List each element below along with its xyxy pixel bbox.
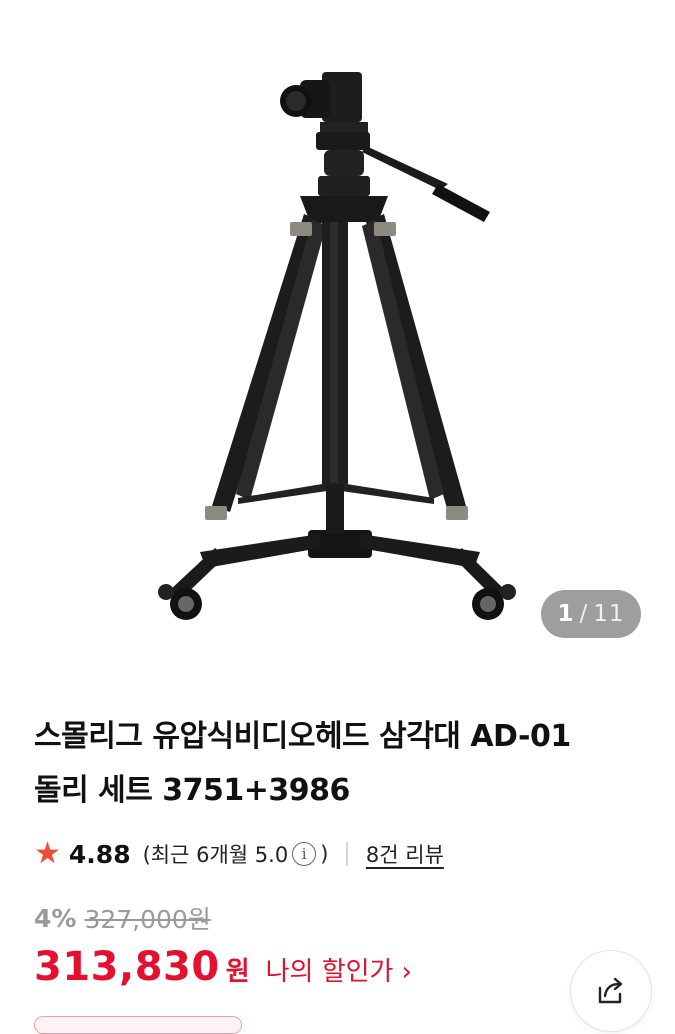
- product-title-line-2: 돌리 세트 3751+3986: [34, 773, 350, 808]
- info-icon[interactable]: i: [292, 842, 317, 866]
- chevron-right-icon[interactable]: ›: [401, 957, 411, 987]
- product-title: 스몰리그 유압식비디오헤드 삼각대 AD-01 돌리 세트 3751+3986: [34, 710, 634, 818]
- gallery-current-page: 1: [557, 601, 575, 627]
- share-button[interactable]: [570, 950, 652, 1032]
- recent-rating-prefix: (최근 6개월 5.0: [142, 843, 289, 867]
- product-title-line-1: 스몰리그 유압식비디오헤드 삼각대 AD-01: [34, 719, 571, 754]
- gallery-page-counter: 1 / 11: [541, 590, 641, 638]
- gallery-separator: /: [579, 601, 589, 627]
- star-icon: ★: [34, 836, 61, 871]
- discount-percent: 4%: [34, 903, 77, 933]
- recent-rating-suffix: ): [320, 842, 329, 866]
- currency-label: 원: [225, 957, 250, 987]
- reviews-link[interactable]: 8건 리뷰: [366, 839, 444, 869]
- original-price: 327,000원: [84, 905, 211, 934]
- rating-score: 4.88: [68, 839, 131, 869]
- my-discount-price-link[interactable]: 나의 할인가: [266, 951, 394, 988]
- share-icon: [598, 977, 623, 1004]
- discount-row: 4% 327,000원: [34, 900, 211, 936]
- recent-rating: (최근 6개월 5.0 i ): [142, 839, 329, 869]
- coupon-button[interactable]: [34, 1016, 242, 1034]
- price-row: 313,830 원 나의 할인가 ›: [34, 944, 412, 990]
- rating-divider: [346, 842, 348, 866]
- tripod-product-image: [158, 72, 516, 620]
- gallery-total-pages: 11: [593, 601, 625, 627]
- rating-row: ★ 4.88 (최근 6개월 5.0 i ) 8건 리뷰: [34, 834, 444, 874]
- current-price: 313,830: [34, 944, 220, 990]
- product-image-gallery[interactable]: 1 / 11: [0, 0, 675, 672]
